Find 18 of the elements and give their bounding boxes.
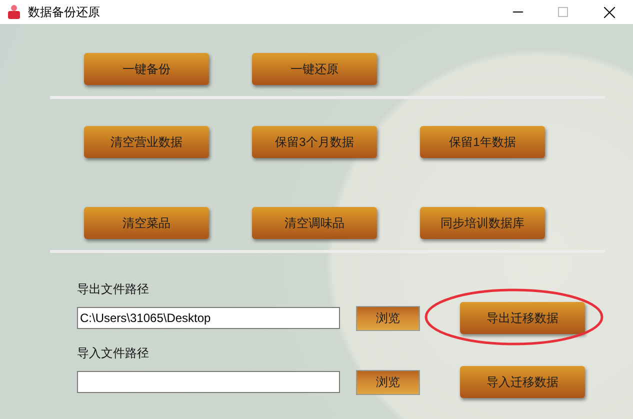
path-field[interactable]: [77, 371, 340, 393]
action-button[interactable]: 保留1年数据: [420, 126, 545, 158]
action-button[interactable]: 同步培训数据库: [420, 207, 545, 239]
action-button[interactable]: 一键备份: [84, 53, 209, 85]
field-label: 导出文件路径: [77, 281, 149, 298]
path-field[interactable]: C:\Users\31065\Desktop: [77, 307, 340, 329]
action-button[interactable]: 清空调味品: [252, 207, 377, 239]
action-button[interactable]: 导出迁移数据: [460, 302, 585, 334]
browse-button[interactable]: 浏览: [356, 370, 420, 394]
browse-button[interactable]: 浏览: [356, 306, 420, 330]
action-button[interactable]: 导入迁移数据: [460, 366, 585, 398]
field-label: 导入文件路径: [77, 345, 149, 362]
close-icon[interactable]: [604, 6, 615, 18]
action-button[interactable]: 保留3个月数据: [252, 126, 377, 158]
action-button[interactable]: 清空营业数据: [84, 126, 209, 158]
action-button[interactable]: 清空菜品: [84, 207, 209, 239]
action-button[interactable]: 一键还原: [252, 53, 377, 85]
window-title: 数据备份还原: [28, 4, 100, 21]
